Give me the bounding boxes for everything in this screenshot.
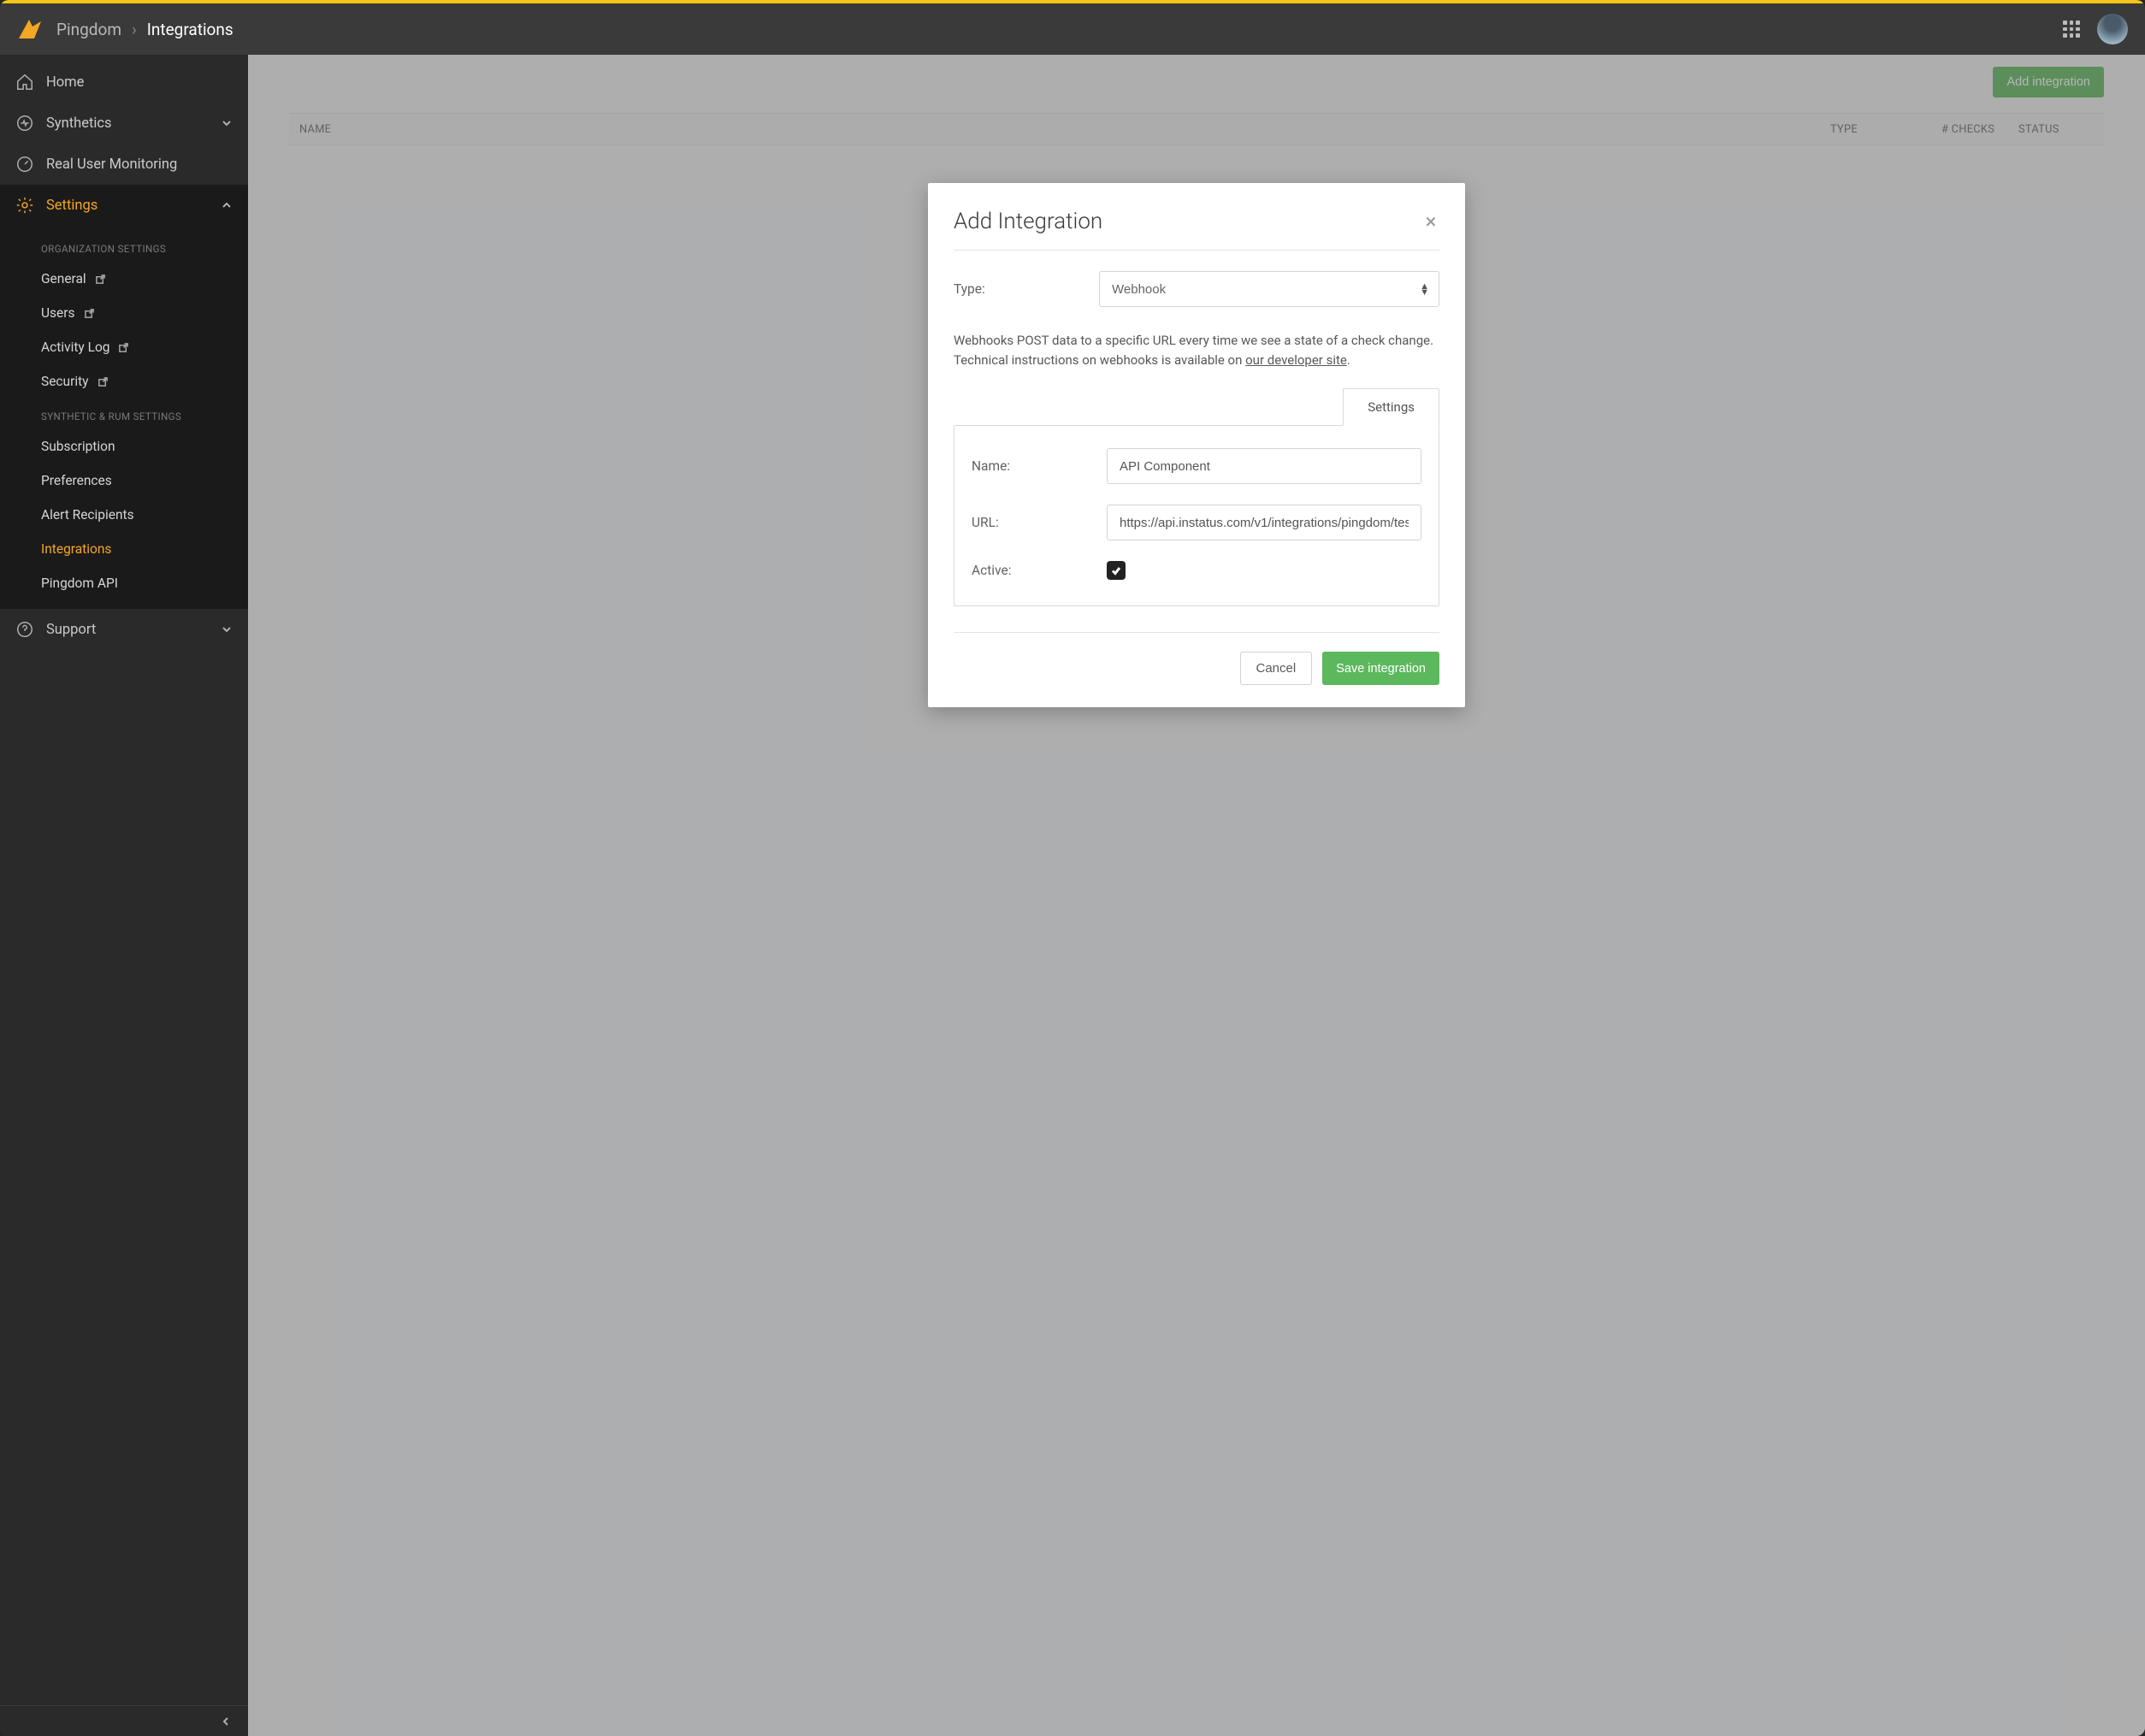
subnav-item-integrations[interactable]: Integrations bbox=[0, 532, 248, 566]
subnav-item-label: Security bbox=[41, 374, 89, 389]
subnav-item-activity-log[interactable]: Activity Log bbox=[0, 330, 248, 364]
settings-panel: Name: URL: Active: bbox=[954, 425, 1439, 606]
save-integration-button[interactable]: Save integration bbox=[1322, 652, 1439, 685]
active-label: Active: bbox=[972, 563, 1107, 578]
close-icon[interactable]: × bbox=[1422, 213, 1439, 230]
chevron-up-icon bbox=[221, 199, 233, 211]
breadcrumb: Pingdom › Integrations bbox=[56, 20, 233, 39]
pulse-icon bbox=[15, 114, 34, 133]
webhook-description: Webhooks POST data to a specific URL eve… bbox=[954, 331, 1439, 369]
subnav-item-pingdom-api[interactable]: Pingdom API bbox=[0, 566, 248, 600]
subnav-item-label: Users bbox=[41, 305, 75, 321]
url-input[interactable] bbox=[1107, 505, 1421, 540]
subnav-header-org: ORGANIZATION SETTINGS bbox=[0, 231, 248, 262]
external-link-icon bbox=[84, 308, 95, 319]
external-link-icon bbox=[118, 342, 129, 353]
subnav-item-label: Activity Log bbox=[41, 340, 109, 355]
tab-settings[interactable]: Settings bbox=[1343, 388, 1439, 426]
sidebar-item-label: Settings bbox=[46, 198, 98, 214]
header: Pingdom › Integrations bbox=[0, 3, 2145, 55]
sidebar-item-rum[interactable]: Real User Monitoring bbox=[0, 144, 248, 185]
sidebar-item-label: Real User Monitoring bbox=[46, 156, 177, 173]
name-input[interactable] bbox=[1107, 448, 1421, 484]
cancel-button[interactable]: Cancel bbox=[1240, 652, 1313, 685]
gauge-icon bbox=[15, 155, 34, 174]
sidebar-item-home[interactable]: Home bbox=[0, 62, 248, 103]
subnav-item-subscription[interactable]: Subscription bbox=[0, 429, 248, 464]
help-icon bbox=[15, 620, 34, 639]
breadcrumb-current: Integrations bbox=[147, 20, 233, 39]
chevron-down-icon bbox=[221, 623, 233, 635]
type-select[interactable]: Webhook bbox=[1099, 271, 1439, 307]
name-label: Name: bbox=[972, 458, 1107, 474]
sidebar-item-support[interactable]: Support bbox=[0, 609, 248, 650]
subnav-item-security[interactable]: Security bbox=[0, 364, 248, 399]
subnav-item-label: General bbox=[41, 271, 86, 286]
developer-site-link[interactable]: our developer site bbox=[1245, 352, 1347, 368]
subnav-item-preferences[interactable]: Preferences bbox=[0, 464, 248, 498]
subnav-item-users[interactable]: Users bbox=[0, 296, 248, 330]
subnav-item-label: Preferences bbox=[41, 473, 112, 488]
settings-subnav: ORGANIZATION SETTINGS General Users Acti… bbox=[0, 226, 248, 609]
subnav-item-label: Subscription bbox=[41, 439, 115, 454]
breadcrumb-root[interactable]: Pingdom bbox=[56, 20, 121, 39]
chevron-right-icon: › bbox=[132, 20, 137, 39]
type-label: Type: bbox=[954, 281, 1099, 297]
sidebar: Home Synthetics Real User Monitoring Set… bbox=[0, 55, 248, 1736]
check-icon bbox=[1110, 564, 1122, 576]
subnav-item-alert-recipients[interactable]: Alert Recipients bbox=[0, 498, 248, 532]
sidebar-item-settings[interactable]: Settings bbox=[0, 185, 248, 226]
sidebar-item-label: Support bbox=[46, 622, 96, 638]
subnav-item-label: Alert Recipients bbox=[41, 507, 134, 523]
active-checkbox[interactable] bbox=[1107, 561, 1126, 580]
gear-icon bbox=[15, 196, 34, 215]
chevron-down-icon bbox=[221, 117, 233, 129]
sidebar-item-synthetics[interactable]: Synthetics bbox=[0, 103, 248, 144]
main-content: Add integration NAME TYPE # CHECKS STATU… bbox=[248, 55, 2145, 1736]
avatar[interactable] bbox=[2097, 14, 2128, 44]
subnav-item-label: Integrations bbox=[41, 541, 111, 557]
home-icon bbox=[15, 73, 34, 92]
sidebar-item-label: Synthetics bbox=[46, 115, 112, 132]
subnav-header-srm: SYNTHETIC & RUM SETTINGS bbox=[0, 399, 248, 429]
modal-title: Add Integration bbox=[954, 209, 1102, 234]
sidebar-collapse-toggle[interactable] bbox=[0, 1705, 248, 1736]
external-link-icon bbox=[95, 274, 106, 285]
external-link-icon bbox=[98, 376, 109, 387]
brand-logo-icon bbox=[17, 18, 43, 40]
url-label: URL: bbox=[972, 515, 1107, 530]
app-switcher-icon[interactable] bbox=[2063, 21, 2080, 38]
modal-overlay: Add Integration × Type: Webhook ▲▼ bbox=[248, 55, 2145, 1736]
subnav-item-label: Pingdom API bbox=[41, 576, 118, 591]
subnav-item-general[interactable]: General bbox=[0, 262, 248, 296]
add-integration-modal: Add Integration × Type: Webhook ▲▼ bbox=[928, 183, 1465, 707]
chevron-left-icon bbox=[221, 1716, 231, 1727]
sidebar-item-label: Home bbox=[46, 74, 84, 91]
